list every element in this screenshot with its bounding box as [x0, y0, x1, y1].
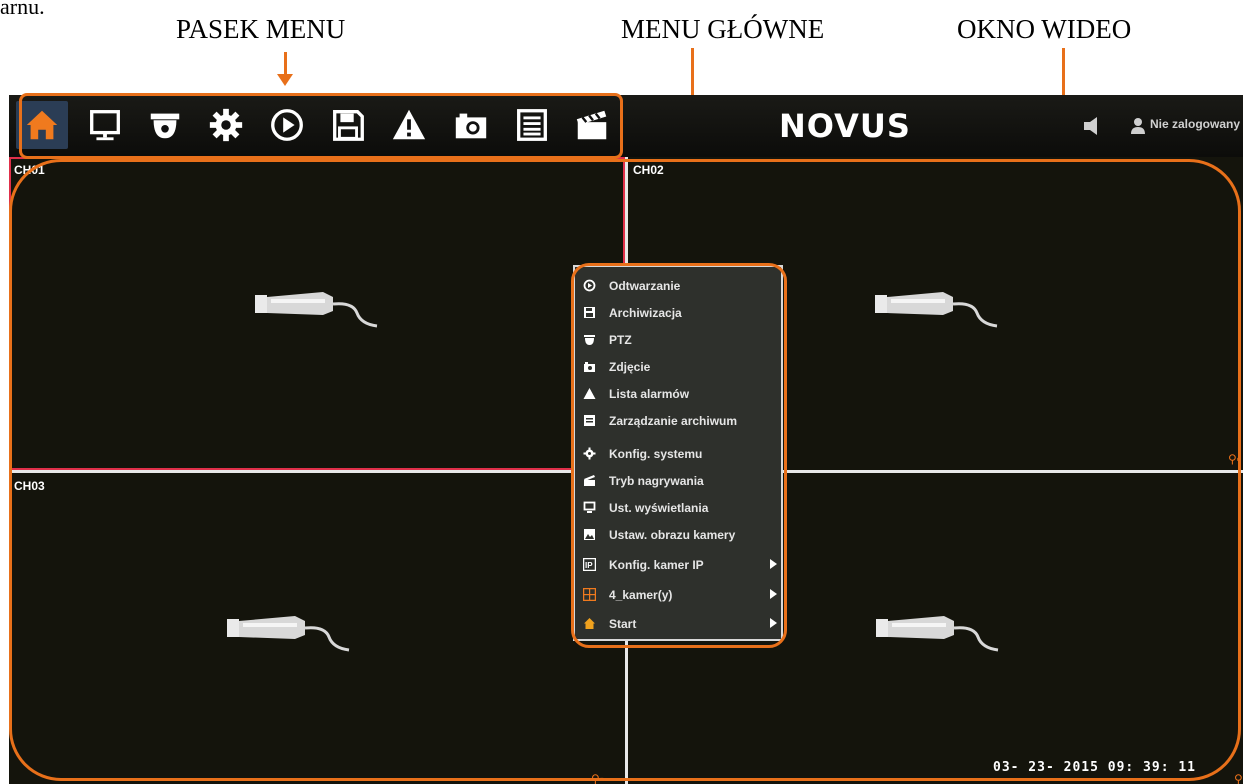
- callout-arrowhead-menubar: [277, 74, 293, 86]
- document-text-fragment: arnu.: [0, 0, 45, 19]
- callout-menubar-label: PASEK MENU: [176, 14, 346, 44]
- highlight-video-window: [9, 159, 1241, 781]
- highlight-menu-bar: [19, 93, 623, 159]
- brand-logo: NOVUS: [779, 107, 911, 145]
- user-icon: [1131, 118, 1145, 134]
- speaker-icon[interactable]: [1082, 115, 1104, 137]
- login-status[interactable]: Nie zalogowany: [1150, 117, 1240, 131]
- callout-main-menu-label: MENU GŁÓWNE: [621, 14, 825, 44]
- callout-video-window-label: OKNO WIDEO: [957, 14, 1132, 44]
- zoom-snapshot-icons[interactable]: ⚲▪: [1234, 772, 1243, 784]
